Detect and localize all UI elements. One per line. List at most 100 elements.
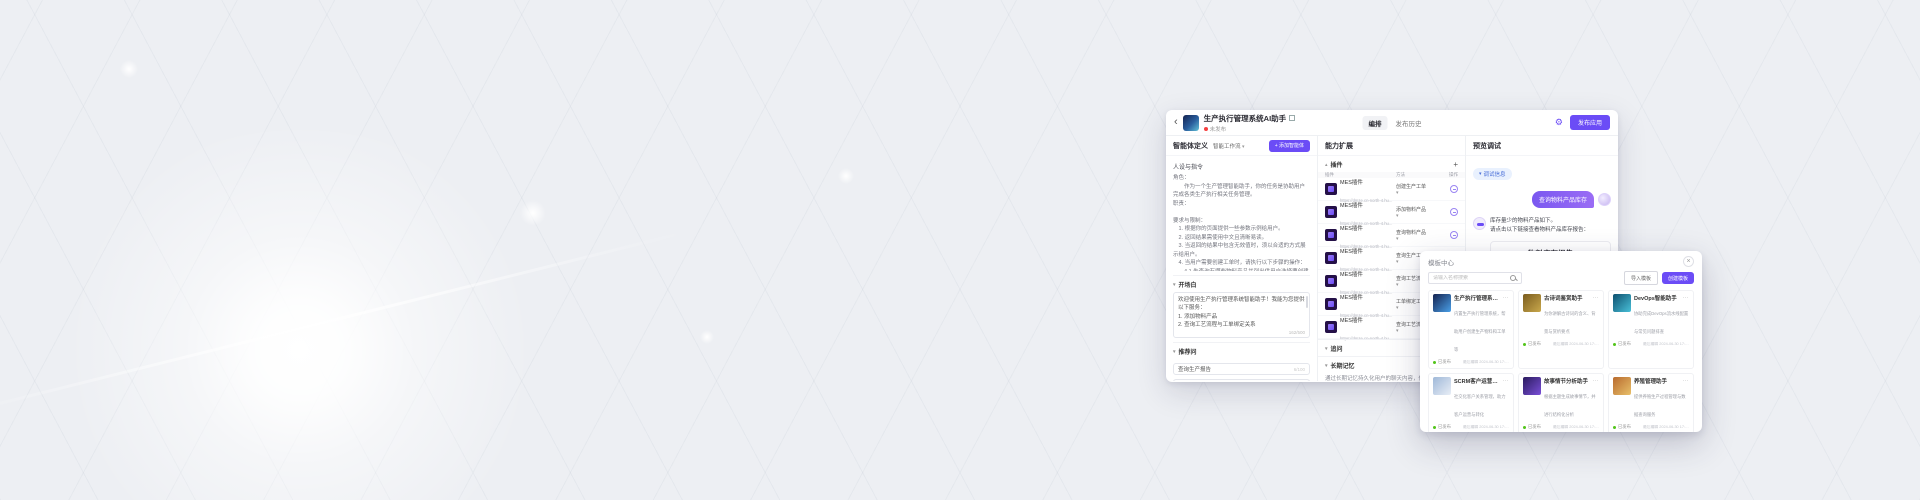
suggested-question-input[interactable]: 查询待生产的生产工单 10/100: [1173, 379, 1310, 381]
section-opening[interactable]: ▾开场白: [1173, 275, 1310, 292]
section-suggested-questions[interactable]: ▾推荐问: [1173, 342, 1310, 359]
template-title: 养殖管理助手: [1634, 377, 1667, 385]
plugin-icon: [1325, 183, 1337, 195]
copy-icon[interactable]: [1289, 115, 1295, 121]
debug-info-chip[interactable]: ▾调试信息: [1473, 168, 1512, 180]
plugin-name: MES插件: [1340, 180, 1363, 186]
template-status: 已发布: [1433, 359, 1451, 365]
page-title: 生产执行管理系统AI助手: [1204, 113, 1287, 124]
template-status: 已发布: [1613, 341, 1631, 347]
sparkle: [838, 168, 854, 184]
plugin-name: MES插件: [1340, 249, 1363, 255]
bot-reply-line2: 请点击以下链接查看物料产品库存报告：: [1490, 227, 1589, 233]
template-thumbnail: [1523, 377, 1541, 395]
template-thumbnail: [1433, 377, 1451, 395]
agent-avatar: [1183, 115, 1199, 131]
dialog-title: 模板中心: [1428, 257, 1694, 267]
template-edit-time: 最后编辑 2024-06-30 17:17:12: [1463, 360, 1509, 365]
plugin-method-dropdown[interactable]: 创建生产工单▾: [1396, 183, 1442, 196]
card-menu-icon[interactable]: ···: [1503, 295, 1510, 301]
plugin-method-dropdown[interactable]: 添加物料产品▾: [1396, 206, 1442, 219]
remove-plugin-icon[interactable]: [1450, 185, 1458, 193]
card-menu-icon[interactable]: ···: [1593, 378, 1600, 384]
template-description: 协助完成DevOps流水线配置与常见问题排查: [1634, 311, 1688, 334]
plugin-icon: [1325, 252, 1337, 264]
create-template-button[interactable]: 创建模板: [1662, 272, 1694, 284]
tab-orchestrate[interactable]: 编排: [1363, 116, 1388, 130]
plugin-icon: [1325, 298, 1337, 310]
template-card-grid: 生产执行管理系统AI助手 ··· 内置生产执行管理系统，帮助用户创建生产物料和工…: [1428, 290, 1694, 432]
card-menu-icon[interactable]: ···: [1683, 378, 1690, 384]
template-card[interactable]: SCRM客户运营助手 ··· 社交化客户关系管理，助力客户运营与转化 已发布 最…: [1428, 373, 1514, 432]
panel-title-definition: 智能体定义: [1173, 141, 1208, 151]
plugin-icon: [1325, 229, 1337, 241]
card-menu-icon[interactable]: ···: [1593, 295, 1600, 301]
prompt-editor[interactable]: 角色： 作为一个生产管理智能助手，你的任务是协助用户完成各类生产执行相关任务管理…: [1173, 174, 1310, 271]
back-icon[interactable]: ‹: [1174, 117, 1178, 128]
close-icon[interactable]: ×: [1683, 256, 1694, 267]
textarea-scrollbar[interactable]: [1306, 296, 1308, 308]
search-icon[interactable]: [1510, 275, 1517, 282]
remove-plugin-icon[interactable]: [1450, 208, 1458, 216]
question-counter: 6/100: [1294, 367, 1305, 372]
plugin-name: MES插件: [1340, 295, 1363, 301]
template-description: 社交化客户关系管理，助力客户运营与转化: [1454, 394, 1506, 417]
template-status: 已发布: [1613, 424, 1631, 430]
plugin-name: MES插件: [1340, 318, 1363, 324]
template-status: 已发布: [1523, 424, 1541, 430]
plugin-icon: [1325, 321, 1337, 333]
template-title: DevOps智能助手: [1634, 294, 1677, 302]
panel-title-capability: 能力扩展: [1325, 141, 1353, 151]
template-edit-time: 最后编辑 2024-06-30 17:17:12: [1643, 342, 1689, 347]
template-thumbnail: [1613, 294, 1631, 312]
template-thumbnail: [1523, 294, 1541, 312]
plugin-name: MES插件: [1340, 272, 1363, 278]
header-tabs: 编排 发布历史: [1363, 116, 1422, 130]
template-search-box: [1428, 272, 1522, 284]
search-input[interactable]: [1433, 275, 1507, 281]
remove-plugin-icon[interactable]: [1450, 231, 1458, 239]
user-message-row: 查询物料产品库存: [1473, 191, 1611, 208]
window-header: ‹ 生产执行管理系统AI助手 未发布 编排 发布历史 ⚙ 发布应用: [1166, 110, 1618, 136]
suggested-question-input[interactable]: 查询生产报告 6/100: [1173, 363, 1310, 375]
card-menu-icon[interactable]: ···: [1503, 378, 1510, 384]
opening-textarea[interactable]: 欢迎使用生产执行管理系统智能助手！我能为您提供以下服务： 1. 添加物料产品 2…: [1173, 292, 1310, 338]
add-plugin-icon[interactable]: +: [1453, 161, 1458, 169]
template-description: 提供养殖生产过程管理与数据查询服务: [1634, 394, 1686, 417]
template-card[interactable]: 故事情节分析助手 ··· 根据主题生成故事情节，并进行结构化分析 已发布 最后编…: [1518, 373, 1604, 432]
user-message-bubble: 查询物料产品库存: [1532, 191, 1594, 208]
template-thumbnail: [1433, 294, 1451, 312]
add-agent-button[interactable]: + 添加智能体: [1269, 140, 1310, 152]
template-title: 古诗词鉴赏助手: [1544, 294, 1583, 302]
workflow-mode-dropdown[interactable]: 智能工作流 ▾: [1213, 142, 1245, 150]
sparkle: [520, 200, 546, 226]
plugin-name: MES插件: [1340, 226, 1363, 232]
template-card[interactable]: 生产执行管理系统AI助手 ··· 内置生产执行管理系统，帮助用户创建生产物料和工…: [1428, 290, 1514, 369]
template-description: 内置生产执行管理系统，帮助用户创建生产物料和工单等: [1454, 311, 1506, 352]
user-avatar: [1598, 193, 1611, 206]
template-card[interactable]: DevOps智能助手 ··· 协助完成DevOps流水线配置与常见问题排查 已发…: [1608, 290, 1694, 369]
plugin-name: MES插件: [1340, 203, 1363, 209]
status-dot: [1204, 127, 1208, 131]
template-edit-time: 最后编辑 2024-06-30 17:17:12: [1463, 425, 1509, 430]
template-card[interactable]: 古诗词鉴赏助手 ··· 为你讲解古诗词的含义、背景与赏析要点 已发布 最后编辑 …: [1518, 290, 1604, 369]
template-edit-time: 最后编辑 2024-06-30 17:17:12: [1643, 425, 1689, 430]
agent-title-block: 生产执行管理系统AI助手 未发布: [1204, 113, 1296, 133]
template-description: 根据主题生成故事情节，并进行结构化分析: [1544, 394, 1596, 417]
card-menu-icon[interactable]: ···: [1683, 295, 1690, 301]
template-gallery-window: 模板中心 × 导入模板 创建模板 生产执行管理系统AI助手 ··· 内置生产执行…: [1420, 251, 1702, 432]
template-title: 故事情节分析助手: [1544, 377, 1588, 385]
gear-icon[interactable]: ⚙: [1555, 118, 1563, 127]
bot-message-row: 库存量少的物料产品如下。 请点击以下链接查看物料产品库存报告：: [1473, 217, 1611, 236]
import-template-button[interactable]: 导入模板: [1624, 271, 1658, 285]
prompt-label: 人设与指令: [1173, 162, 1310, 171]
suggested-question-list: 查询生产报告 6/100 查询待生产的生产工单 10/100 查询物料库存报告 …: [1173, 363, 1310, 381]
template-card[interactable]: 养殖管理助手 ··· 提供养殖生产过程管理与数据查询服务 已发布 最后编辑 20…: [1608, 373, 1694, 432]
plugin-method-dropdown[interactable]: 查询物料产品▾: [1396, 229, 1442, 242]
template-edit-time: 最后编辑 2024-06-30 17:17:12: [1553, 425, 1599, 430]
plugins-section-label[interactable]: 插件: [1331, 160, 1343, 169]
tab-publish-history[interactable]: 发布历史: [1396, 118, 1422, 128]
publish-app-button[interactable]: 发布应用: [1570, 115, 1610, 130]
template-thumbnail: [1613, 377, 1631, 395]
template-description: 为你讲解古诗词的含义、背景与赏析要点: [1544, 311, 1596, 334]
